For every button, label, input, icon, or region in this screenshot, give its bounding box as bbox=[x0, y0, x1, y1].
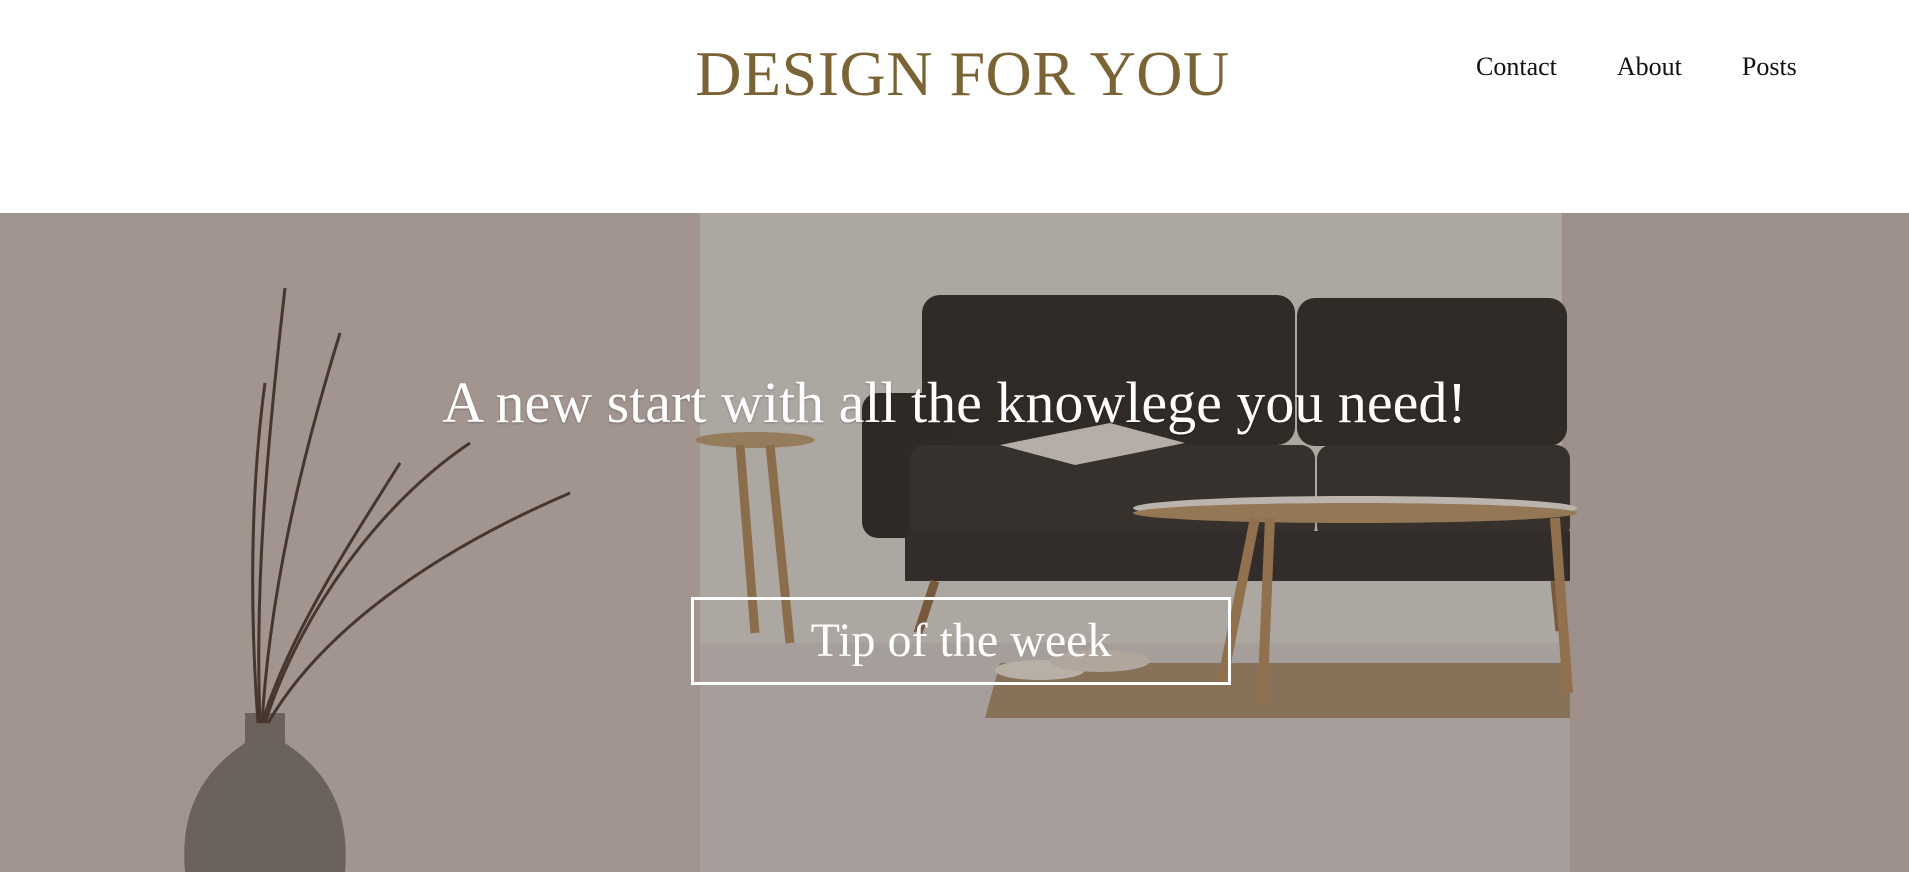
site-header: DESIGN FOR YOU Contact About Posts bbox=[0, 0, 1909, 213]
nav-link-posts[interactable]: Posts bbox=[1742, 50, 1797, 84]
site-logo[interactable]: DESIGN FOR YOU bbox=[690, 36, 1235, 112]
hero-dark-overlay bbox=[0, 213, 1909, 872]
main-nav: Contact About Posts bbox=[1476, 50, 1797, 84]
tip-of-the-week-button[interactable]: Tip of the week bbox=[691, 597, 1231, 685]
nav-link-contact[interactable]: Contact bbox=[1476, 50, 1557, 84]
nav-link-about[interactable]: About bbox=[1617, 50, 1682, 84]
hero-heading: A new start with all the knowlege you ne… bbox=[442, 370, 1467, 435]
hero-banner: A new start with all the knowlege you ne… bbox=[0, 213, 1909, 872]
